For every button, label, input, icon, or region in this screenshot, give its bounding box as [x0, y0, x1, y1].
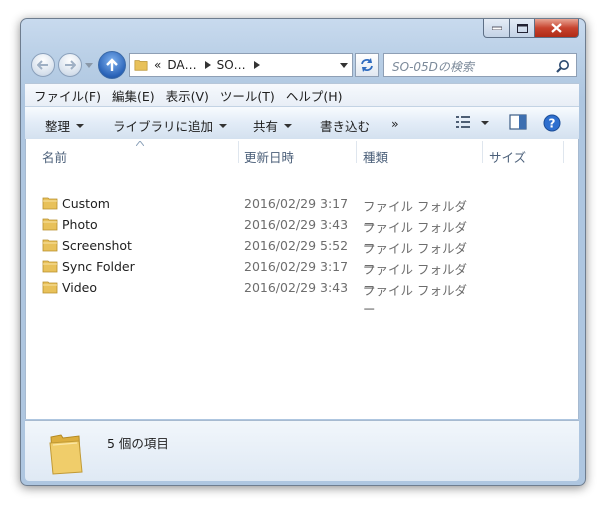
table-row[interactable]: Sync Folder 2016/02/29 3:17 ファイル フォルダー [26, 256, 476, 296]
item-count: 5 個の項目 [107, 436, 169, 451]
close-button[interactable] [535, 19, 579, 38]
burn-label: 書き込む [320, 119, 371, 134]
folder-icon [42, 281, 58, 294]
chevron-down-icon[interactable] [481, 121, 489, 125]
share-button[interactable]: 共有 [253, 116, 293, 135]
menu-bar: ファイル(F) 編集(E) 表示(V) ツール(T) ヘルプ(H) [25, 83, 579, 106]
file-date: 2016/02/29 3:43 [244, 280, 349, 295]
svg-text:?: ? [549, 117, 556, 131]
file-type: ファイル フォルダー [363, 283, 467, 317]
add-to-library-label: ライブラリに追加 [113, 119, 214, 134]
folder-icon [42, 260, 58, 273]
more-commands-button[interactable]: » [391, 116, 399, 131]
organize-button[interactable]: 整理 [45, 116, 85, 135]
chevron-down-icon [219, 123, 228, 128]
up-arrow-icon [106, 58, 118, 71]
sort-ascending-icon [136, 141, 144, 146]
window-controls [483, 19, 579, 38]
back-arrow-icon [37, 60, 48, 70]
up-button[interactable] [98, 51, 126, 79]
chevron-right-icon[interactable] [253, 61, 260, 69]
chevron-right-icon[interactable] [204, 61, 211, 69]
preview-pane-icon[interactable] [509, 114, 527, 130]
help-icon[interactable]: ? [543, 114, 561, 132]
address-segment-1[interactable]: DA… [167, 58, 196, 72]
file-date: 2016/02/29 3:17 [244, 259, 349, 274]
file-name: Video [62, 280, 98, 295]
chevron-down-icon [76, 123, 85, 128]
file-name: Sync Folder [62, 259, 135, 274]
column-header-size[interactable]: サイズ [489, 147, 526, 166]
folder-icon [42, 239, 58, 252]
search-box[interactable]: SO-05Dの検索 [383, 53, 577, 77]
file-name: Photo [62, 217, 98, 232]
column-divider[interactable] [356, 141, 357, 163]
table-row[interactable]: Custom 2016/02/29 3:17 ファイル フォルダー [26, 193, 476, 233]
chevron-down-icon [284, 123, 293, 128]
refresh-button[interactable] [355, 53, 379, 77]
file-list: 名前 更新日時 種類 サイズ Custom 2016/02/29 3:17 ファ… [25, 139, 579, 419]
folder-icon [42, 218, 58, 231]
column-divider[interactable] [482, 141, 483, 163]
burn-button[interactable]: 書き込む [320, 116, 370, 135]
column-header-type[interactable]: 種類 [363, 147, 388, 166]
menu-edit[interactable]: 編集(E) [112, 86, 155, 105]
forward-button[interactable] [58, 53, 82, 77]
close-icon [551, 23, 562, 33]
menu-view[interactable]: 表示(V) [166, 86, 209, 105]
refresh-icon [361, 58, 373, 72]
organize-label: 整理 [45, 119, 71, 134]
recent-pages-dropdown-icon[interactable] [85, 61, 93, 69]
back-button[interactable] [31, 53, 55, 77]
add-to-library-button[interactable]: ライブラリに追加 [113, 116, 228, 135]
file-name: Screenshot [62, 238, 132, 253]
file-date: 2016/02/29 3:43 [244, 217, 349, 232]
table-row[interactable]: Video 2016/02/29 3:43 ファイル フォルダー [26, 277, 476, 317]
minimize-button[interactable] [483, 19, 510, 38]
minimize-icon [491, 26, 502, 30]
table-row[interactable]: Photo 2016/02/29 3:43 ファイル フォルダー [26, 214, 476, 254]
column-divider[interactable] [563, 141, 564, 163]
menu-tools[interactable]: ツール(T) [220, 86, 275, 105]
address-segment-2[interactable]: SO… [217, 58, 246, 72]
file-name: Custom [62, 196, 110, 211]
address-bar[interactable]: « DA… SO… [129, 53, 353, 77]
search-placeholder[interactable]: SO-05Dの検索 [392, 58, 474, 75]
menu-file[interactable]: ファイル(F) [34, 86, 101, 105]
column-header-date[interactable]: 更新日時 [244, 147, 294, 166]
menu-help[interactable]: ヘルプ(H) [286, 86, 343, 105]
maximize-button[interactable] [510, 19, 535, 38]
forward-arrow-icon [65, 60, 76, 70]
file-date: 2016/02/29 3:17 [244, 196, 349, 211]
navigation-bar: « DA… SO… SO-05Dの検索 [29, 49, 577, 81]
maximize-icon [516, 23, 528, 33]
view-options-icon[interactable] [455, 114, 471, 130]
share-label: 共有 [253, 119, 279, 134]
more-label: » [391, 116, 399, 131]
search-icon[interactable] [556, 59, 570, 73]
file-date: 2016/02/29 5:52 [244, 238, 349, 253]
command-bar: 整理 ライブラリに追加 共有 書き込む » ? [25, 106, 579, 140]
column-header-name[interactable]: 名前 [42, 147, 67, 166]
folder-icon [49, 434, 83, 475]
column-divider[interactable] [238, 141, 239, 163]
folder-icon [42, 197, 58, 210]
details-pane: 5 個の項目 [25, 420, 579, 481]
address-overflow[interactable]: « [154, 58, 161, 72]
folder-icon [134, 60, 148, 71]
table-row[interactable]: Screenshot 2016/02/29 5:52 ファイル フォルダー [26, 235, 476, 275]
chevron-down-icon[interactable] [340, 63, 348, 69]
explorer-window: « DA… SO… SO-05Dの検索 ファイル(F) 編集(E) 表示(V) … [20, 18, 586, 486]
